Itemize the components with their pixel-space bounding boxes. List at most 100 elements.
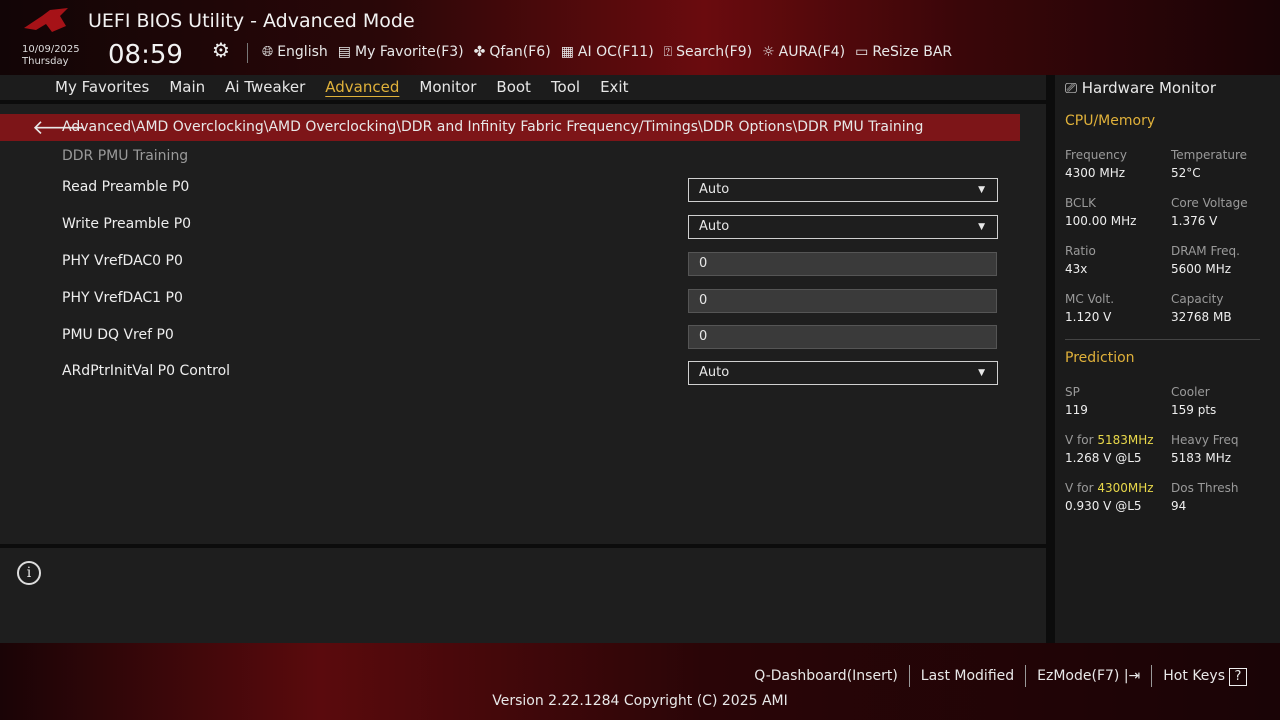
ezmode-button[interactable]: EzMode(F7) |⇥ bbox=[1025, 665, 1151, 687]
tab-tool[interactable]: Tool bbox=[551, 75, 580, 100]
value: Auto bbox=[699, 219, 729, 234]
date: 10/09/2025 bbox=[22, 44, 80, 56]
aura-light-icon: ☼ bbox=[762, 44, 775, 60]
divider bbox=[1065, 339, 1260, 340]
cpu-memory-heading: CPU/Memory bbox=[1065, 113, 1155, 129]
ardptrinitval-select[interactable]: Auto▼ bbox=[688, 361, 998, 385]
footer-buttons: Q-Dashboard(Insert) Last Modified EzMode… bbox=[743, 665, 1258, 687]
breadcrumb: 🡐 Advanced\AMD Overclocking\AMD Overcloc… bbox=[0, 114, 1020, 141]
setting-label: PHY VrefDAC1 P0 bbox=[62, 290, 183, 306]
exit-arrow-icon: |⇥ bbox=[1124, 668, 1140, 684]
phy-vrefdac1-input[interactable]: 0 bbox=[688, 289, 997, 313]
label: English bbox=[277, 44, 328, 60]
stat-value: 94 bbox=[1171, 499, 1186, 513]
q-dashboard-button[interactable]: Q-Dashboard(Insert) bbox=[743, 665, 909, 687]
stat-value: 1.376 V bbox=[1171, 214, 1217, 228]
write-preamble-select[interactable]: Auto ▼ bbox=[688, 215, 998, 239]
my-favorite-button[interactable]: ▤My Favorite(F3) bbox=[338, 44, 464, 60]
gear-icon[interactable]: ⚙ bbox=[212, 38, 230, 62]
resize-bar-icon: ▭ bbox=[855, 44, 868, 60]
setting-label: PHY VrefDAC0 P0 bbox=[62, 253, 183, 269]
hardware-monitor-title: ⎚ Hardware Monitor bbox=[1065, 79, 1216, 97]
stat-label: Cooler bbox=[1171, 385, 1210, 399]
value: Auto bbox=[699, 182, 729, 197]
section-title: DDR PMU Training bbox=[62, 148, 188, 164]
globe-icon: 🌐︎ bbox=[262, 44, 273, 60]
stat-label: Frequency bbox=[1065, 148, 1127, 162]
setting-label: Read Preamble P0 bbox=[62, 179, 189, 195]
question-icon: ⍰ bbox=[664, 44, 672, 60]
toolbar: 🌐︎English ▤My Favorite(F3) ✤Qfan(F6) ▦AI… bbox=[262, 44, 952, 60]
stat-value: 100.00 MHz bbox=[1065, 214, 1136, 228]
stat-value: 1.120 V bbox=[1065, 310, 1111, 324]
tab-my-favorites[interactable]: My Favorites bbox=[55, 75, 149, 100]
tab-ai-tweaker[interactable]: Ai Tweaker bbox=[225, 75, 305, 100]
ai-oc-button[interactable]: ▦AI OC(F11) bbox=[561, 44, 654, 60]
stat-label: Temperature bbox=[1171, 148, 1247, 162]
stat-value: 0.930 V @L5 bbox=[1065, 499, 1142, 513]
last-modified-button[interactable]: Last Modified bbox=[909, 665, 1025, 687]
tab-main[interactable]: Main bbox=[169, 75, 205, 100]
stat-value: 5600 MHz bbox=[1171, 262, 1231, 276]
divider bbox=[247, 43, 248, 63]
stat-value: 32768 MB bbox=[1171, 310, 1232, 324]
stat-label: Heavy Freq bbox=[1171, 433, 1238, 447]
stat-label: V for 5183MHz bbox=[1065, 433, 1154, 447]
stat-label: DRAM Freq. bbox=[1171, 244, 1240, 258]
setting-label: Write Preamble P0 bbox=[62, 216, 191, 232]
version-text: Version 2.22.1284 Copyright (C) 2025 AMI bbox=[0, 693, 1280, 709]
stat-value: 5183 MHz bbox=[1171, 451, 1231, 465]
setting-label: ARdPtrInitVal P0 Control bbox=[62, 363, 230, 379]
label: ReSize BAR bbox=[872, 44, 952, 60]
stat-value: 52°C bbox=[1171, 166, 1201, 180]
language-button[interactable]: 🌐︎English bbox=[262, 44, 328, 60]
info-icon: i bbox=[17, 561, 41, 585]
stat-label: MC Volt. bbox=[1065, 292, 1114, 306]
tab-boot[interactable]: Boot bbox=[496, 75, 531, 100]
setting-label: PMU DQ Vref P0 bbox=[62, 327, 174, 343]
title: Hardware Monitor bbox=[1082, 79, 1216, 97]
dropdown-arrow-icon: ▼ bbox=[978, 179, 985, 201]
dropdown-arrow-icon: ▼ bbox=[978, 216, 985, 238]
stat-label: Ratio bbox=[1065, 244, 1096, 258]
resize-bar-button[interactable]: ▭ReSize BAR bbox=[855, 44, 952, 60]
main-tabs: My Favorites Main Ai Tweaker Advanced Mo… bbox=[0, 75, 1046, 100]
tab-monitor[interactable]: Monitor bbox=[419, 75, 476, 100]
app-title: UEFI BIOS Utility - Advanced Mode bbox=[88, 10, 415, 32]
search-button[interactable]: ⍰Search(F9) bbox=[664, 44, 752, 60]
breadcrumb-path: Advanced\AMD Overclocking\AMD Overclocki… bbox=[62, 119, 923, 135]
label: My Favorite(F3) bbox=[355, 44, 464, 60]
stat-value: 1.268 V @L5 bbox=[1065, 451, 1142, 465]
aura-button[interactable]: ☼AURA(F4) bbox=[762, 44, 845, 60]
freq-highlight: 4300MHz bbox=[1097, 481, 1153, 495]
back-arrow-icon[interactable]: 🡐 bbox=[32, 114, 86, 141]
dropdown-arrow-icon: ▼ bbox=[978, 362, 985, 384]
label: Hot Keys bbox=[1163, 668, 1225, 684]
date-display: 10/09/2025Thursday bbox=[22, 44, 80, 68]
stat-label: V for 4300MHz bbox=[1065, 481, 1154, 495]
label: EzMode(F7) bbox=[1037, 668, 1119, 684]
prediction-heading: Prediction bbox=[1065, 350, 1135, 366]
pmu-dq-vref-input[interactable]: 0 bbox=[688, 325, 997, 349]
freq-highlight: 5183MHz bbox=[1097, 433, 1153, 447]
hardware-monitor: ⎚ Hardware Monitor CPU/Memory Frequency … bbox=[1055, 75, 1280, 643]
label-prefix: V for bbox=[1065, 433, 1097, 447]
qfan-button[interactable]: ✤Qfan(F6) bbox=[474, 44, 551, 60]
label-prefix: V for bbox=[1065, 481, 1097, 495]
label: Search(F9) bbox=[676, 44, 752, 60]
monitor-icon: ⎚ bbox=[1065, 79, 1082, 97]
favorite-list-icon: ▤ bbox=[338, 44, 351, 60]
phy-vrefdac0-input[interactable]: 0 bbox=[688, 252, 997, 276]
tab-exit[interactable]: Exit bbox=[600, 75, 628, 100]
stat-label: Core Voltage bbox=[1171, 196, 1248, 210]
hot-keys-button[interactable]: Hot Keys? bbox=[1151, 665, 1258, 687]
stat-value: 43x bbox=[1065, 262, 1087, 276]
clock[interactable]: 08:59 bbox=[108, 40, 183, 70]
tab-advanced[interactable]: Advanced bbox=[325, 75, 399, 100]
label: AURA(F4) bbox=[779, 44, 845, 60]
stat-value: 4300 MHz bbox=[1065, 166, 1125, 180]
rog-logo bbox=[22, 6, 72, 36]
stat-value: 159 pts bbox=[1171, 403, 1216, 417]
read-preamble-select[interactable]: Auto ▼ bbox=[688, 178, 998, 202]
stat-label: BCLK bbox=[1065, 196, 1096, 210]
